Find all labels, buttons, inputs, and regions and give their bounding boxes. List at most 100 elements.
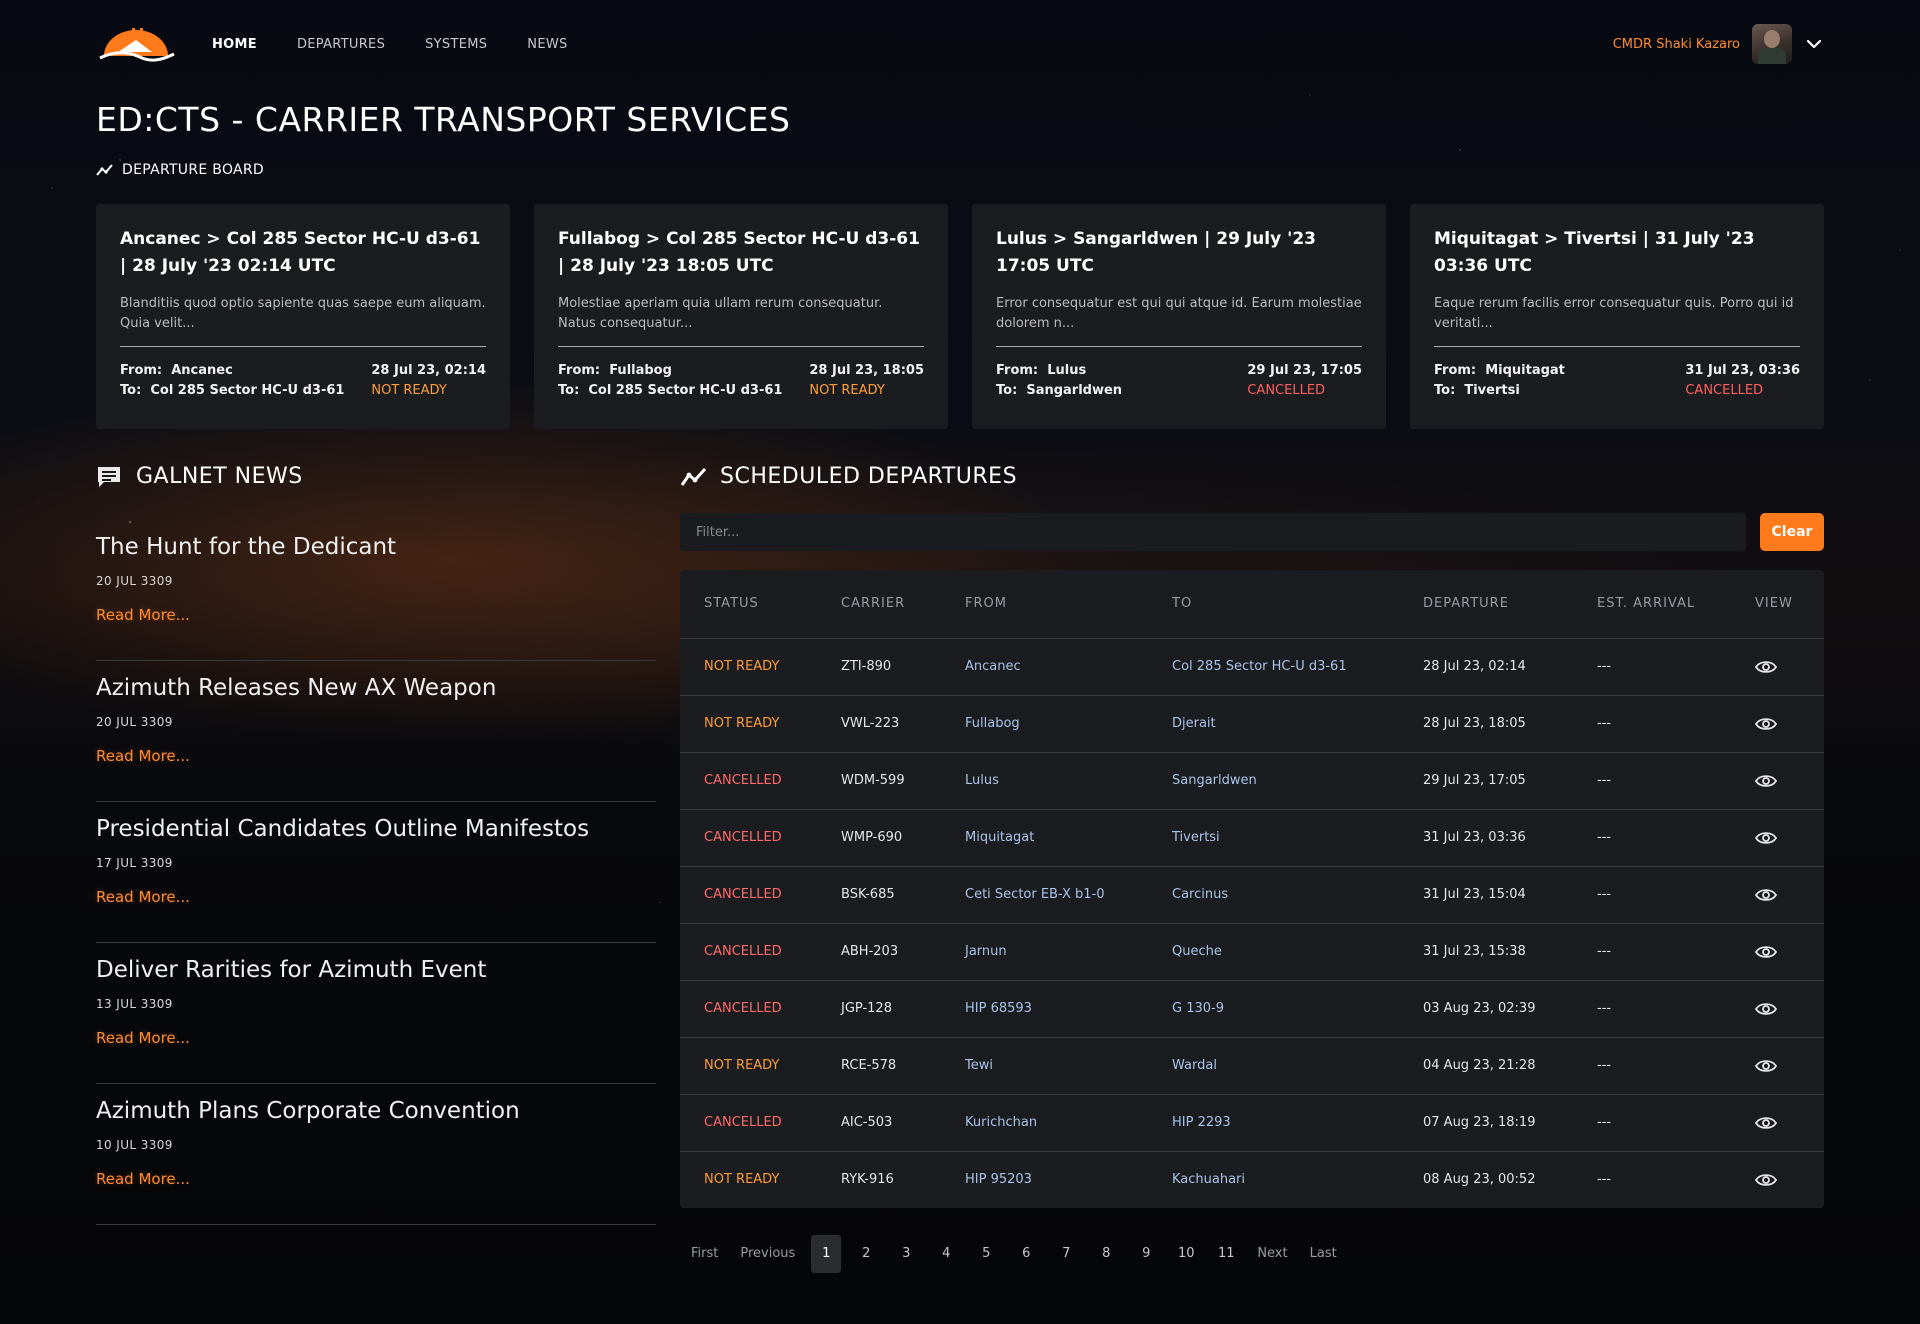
row-arrival: ---: [1597, 773, 1612, 788]
row-to[interactable]: Col 285 Sector HC-U d3-61: [1148, 638, 1399, 695]
col-from[interactable]: FROM: [941, 570, 1148, 638]
departure-card[interactable]: Miquitagat > Tivertsi | 31 July '23 03:3…: [1410, 204, 1824, 429]
row-to[interactable]: G 130-9: [1148, 980, 1399, 1037]
eye-icon[interactable]: [1755, 830, 1777, 846]
table-row[interactable]: CANCELLED AIC-503 Kurichchan HIP 2293 07 Aug…: [680, 1094, 1824, 1151]
nav-systems[interactable]: SYSTEMS: [425, 37, 487, 52]
row-from[interactable]: Fullabog: [941, 695, 1148, 752]
row-to[interactable]: HIP 2293: [1148, 1094, 1399, 1151]
read-more-link[interactable]: Read More...: [96, 1170, 190, 1188]
row-arrival: ---: [1597, 1172, 1612, 1188]
filter-row: Clear: [680, 513, 1824, 551]
page-7[interactable]: 7: [1046, 1235, 1086, 1273]
table-row[interactable]: NOT READY RCE-578 Tewi Wardal 04 Aug 23, 21:…: [680, 1037, 1824, 1094]
row-from[interactable]: Miquitagat: [941, 809, 1148, 866]
page-11[interactable]: 11: [1206, 1235, 1246, 1273]
page-next[interactable]: Next: [1246, 1235, 1298, 1273]
eye-icon[interactable]: [1755, 659, 1777, 675]
page-first[interactable]: First: [680, 1235, 729, 1273]
page-3[interactable]: 3: [886, 1235, 926, 1273]
row-from[interactable]: Kurichchan: [941, 1094, 1148, 1151]
news-title[interactable]: Presidential Candidates Outline Manifest…: [96, 814, 656, 844]
news-title[interactable]: Azimuth Plans Corporate Convention: [96, 1096, 656, 1126]
page-title: ED:CTS - CARRIER TRANSPORT SERVICES: [96, 100, 791, 139]
col-departure[interactable]: DEPARTURE: [1399, 570, 1573, 638]
eye-icon[interactable]: [1755, 773, 1777, 789]
col-to[interactable]: TO: [1148, 570, 1399, 638]
from-label: From:: [1434, 363, 1477, 378]
page-previous[interactable]: Previous: [729, 1235, 806, 1273]
table-row[interactable]: CANCELLED WDM-599 Lulus Sangarldwen 29 Jul 2…: [680, 752, 1824, 809]
eye-icon[interactable]: [1755, 1058, 1777, 1074]
page-2[interactable]: 2: [846, 1235, 886, 1273]
user-name[interactable]: CMDR Shaki Kazaro: [1613, 37, 1740, 52]
row-from[interactable]: HIP 95203: [941, 1151, 1148, 1208]
col-carrier[interactable]: CARRIER: [817, 570, 941, 638]
page-8[interactable]: 8: [1086, 1235, 1126, 1273]
page-1[interactable]: 1: [811, 1235, 842, 1273]
table-row[interactable]: NOT READY VWL-223 Fullabog Djerait 28 Jul 23…: [680, 695, 1824, 752]
departure-card[interactable]: Lulus > Sangarldwen | 29 July '23 17:05 …: [972, 204, 1386, 429]
row-to[interactable]: Djerait: [1148, 695, 1399, 752]
page-6[interactable]: 6: [1006, 1235, 1046, 1273]
eye-icon[interactable]: [1755, 1172, 1777, 1188]
news-title[interactable]: Azimuth Releases New AX Weapon: [96, 673, 656, 703]
news-title[interactable]: Deliver Rarities for Azimuth Event: [96, 955, 656, 985]
page-4[interactable]: 4: [926, 1235, 966, 1273]
row-departure: 29 Jul 23, 17:05: [1423, 773, 1526, 788]
news-item: Presidential Candidates Outline Manifest…: [96, 802, 656, 943]
row-view: [1731, 1037, 1824, 1094]
departure-card[interactable]: Ancanec > Col 285 Sector HC-U d3-61 | 28…: [96, 204, 510, 429]
page-10[interactable]: 10: [1166, 1235, 1206, 1273]
to-label: To:: [1434, 383, 1456, 398]
row-from[interactable]: HIP 68593: [941, 980, 1148, 1037]
col-status[interactable]: STATUS: [680, 570, 817, 638]
table-row[interactable]: NOT READY ZTI-890 Ancanec Col 285 Sector HC…: [680, 638, 1824, 695]
user-menu[interactable]: CMDR Shaki Kazaro: [1613, 24, 1824, 64]
read-more-link[interactable]: Read More...: [96, 747, 190, 765]
eye-icon[interactable]: [1755, 887, 1777, 903]
row-from[interactable]: Ancanec: [941, 638, 1148, 695]
departure-card[interactable]: Fullabog > Col 285 Sector HC-U d3-61 | 2…: [534, 204, 948, 429]
row-status: NOT READY: [704, 659, 780, 674]
nav-departures[interactable]: DEPARTURES: [297, 37, 385, 52]
carrier-logo[interactable]: [96, 22, 176, 66]
page-last[interactable]: Last: [1299, 1235, 1348, 1273]
row-to[interactable]: Wardal: [1148, 1037, 1399, 1094]
row-from[interactable]: Tewi: [941, 1037, 1148, 1094]
row-from[interactable]: Jarnun: [941, 923, 1148, 980]
col-arrival[interactable]: EST. ARRIVAL: [1573, 570, 1731, 638]
page-5[interactable]: 5: [966, 1235, 1006, 1273]
row-from[interactable]: Lulus: [941, 752, 1148, 809]
read-more-link[interactable]: Read More...: [96, 888, 190, 906]
read-more-link[interactable]: Read More...: [96, 606, 190, 624]
read-more-link[interactable]: Read More...: [96, 1029, 190, 1047]
nav-news[interactable]: NEWS: [527, 37, 567, 52]
card-meta: From: Miquitagat To: Tivertsi 31 Jul 23,…: [1434, 361, 1800, 401]
row-to[interactable]: Queche: [1148, 923, 1399, 980]
nav-home[interactable]: HOME: [212, 37, 257, 52]
news-title[interactable]: The Hunt for the Dedicant: [96, 532, 656, 562]
table-row[interactable]: NOT READY RYK-916 HIP 95203 Kachuahari 08 Au…: [680, 1151, 1824, 1208]
page-9[interactable]: 9: [1126, 1235, 1166, 1273]
row-to[interactable]: Kachuahari: [1148, 1151, 1399, 1208]
clear-button[interactable]: Clear: [1760, 513, 1824, 551]
eye-icon[interactable]: [1755, 944, 1777, 960]
eye-icon[interactable]: [1755, 716, 1777, 732]
row-to[interactable]: Carcinus: [1148, 866, 1399, 923]
row-to[interactable]: Tivertsi: [1148, 809, 1399, 866]
table-row[interactable]: CANCELLED WMP-690 Miquitagat Tivertsi 31 Jul…: [680, 809, 1824, 866]
table-row[interactable]: CANCELLED ABH-203 Jarnun Queche 31 Jul 23, 1…: [680, 923, 1824, 980]
eye-icon[interactable]: [1755, 1115, 1777, 1131]
row-to[interactable]: Sangarldwen: [1148, 752, 1399, 809]
row-from[interactable]: Ceti Sector EB-X b1-0: [941, 866, 1148, 923]
row-carrier: BSK-685: [841, 887, 895, 902]
filter-input[interactable]: [680, 513, 1746, 551]
card-departure: 28 Jul 23, 18:05: [809, 363, 924, 378]
table-row[interactable]: CANCELLED JGP-128 HIP 68593 G 130-9 03 Aug 2…: [680, 980, 1824, 1037]
eye-icon[interactable]: [1755, 1001, 1777, 1017]
commander-avatar[interactable]: [1752, 24, 1792, 64]
row-carrier: AIC-503: [841, 1115, 893, 1130]
chevron-down-icon[interactable]: [1804, 34, 1824, 54]
table-row[interactable]: CANCELLED BSK-685 Ceti Sector EB-X b1-0 Car…: [680, 866, 1824, 923]
